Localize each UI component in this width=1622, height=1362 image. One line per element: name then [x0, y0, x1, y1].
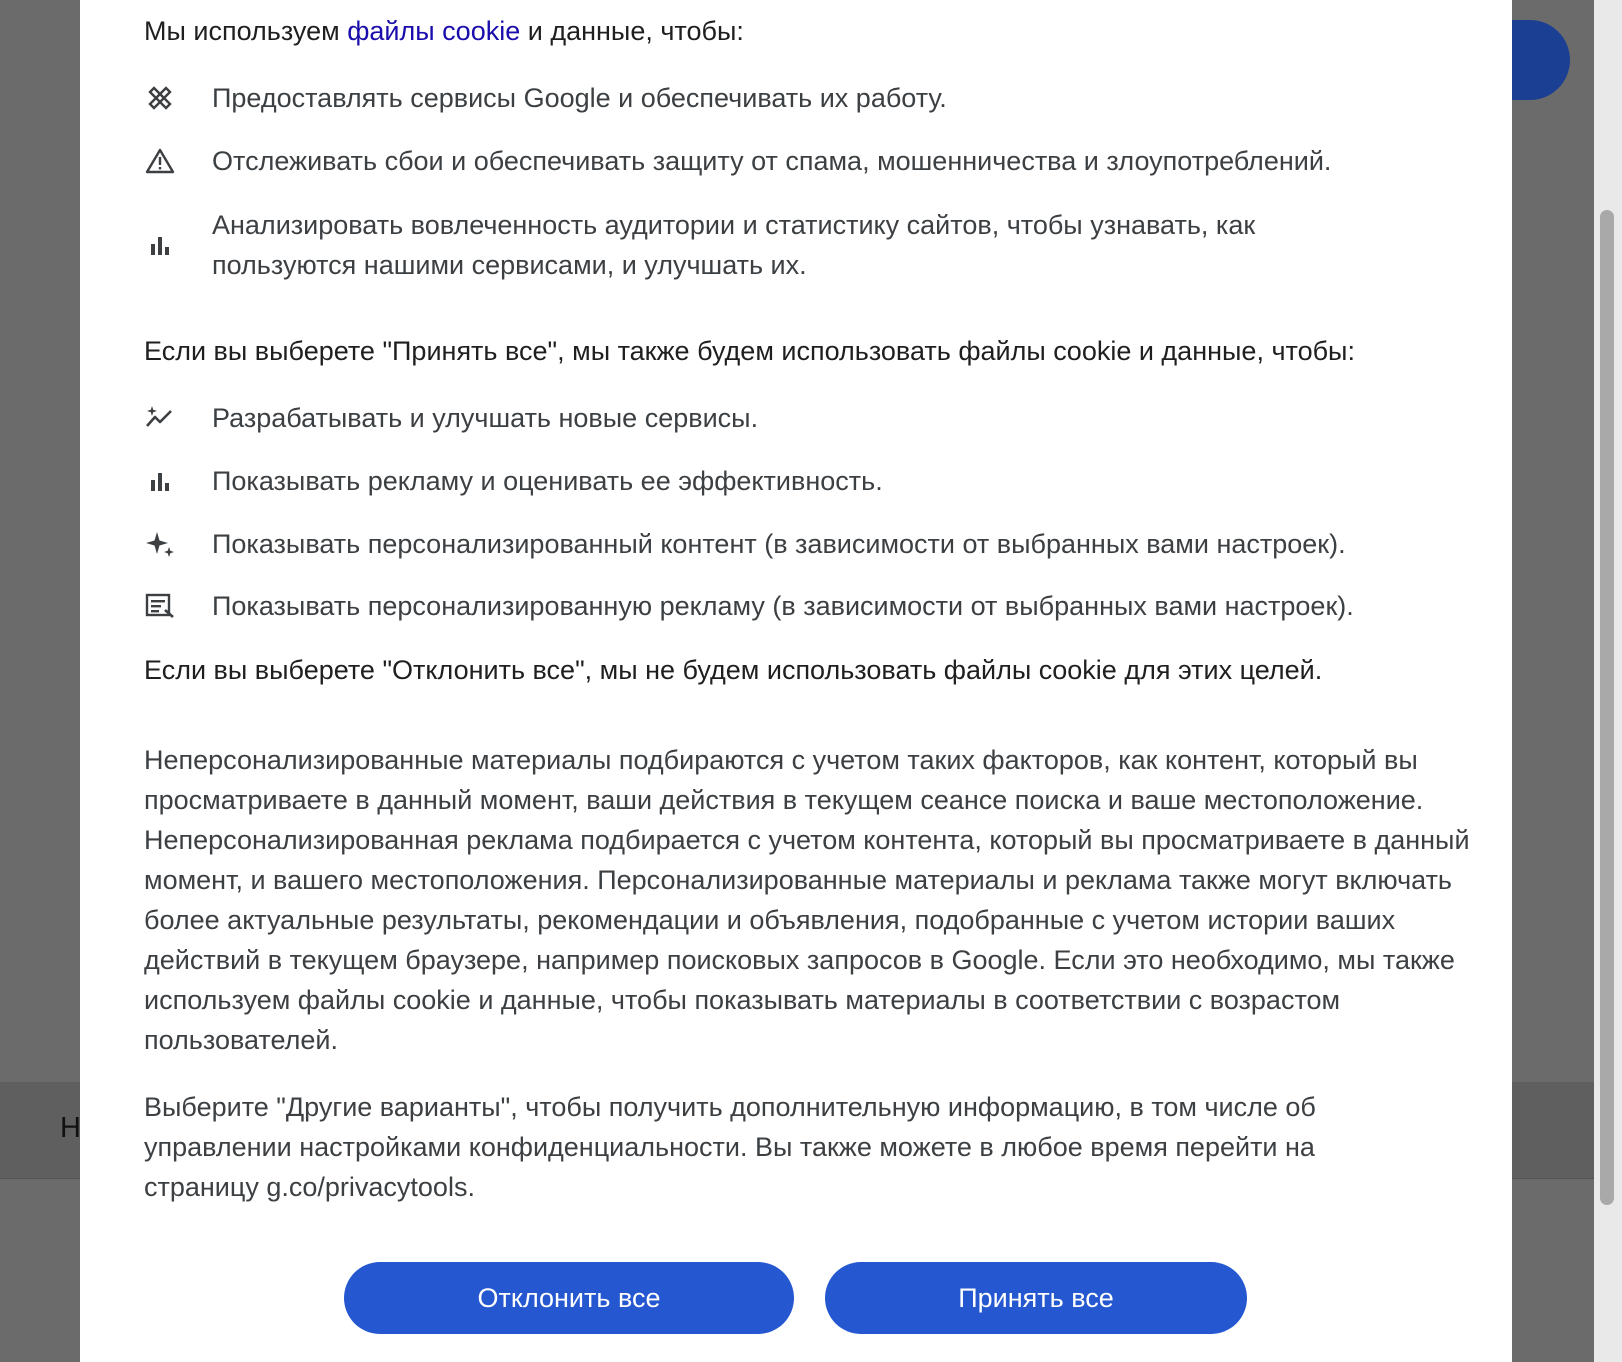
cookie-files-link[interactable]: файлы cookie	[347, 16, 520, 46]
purpose-text: Показывать персонализированный контент (…	[212, 529, 1346, 559]
intro-after: и данные, чтобы:	[520, 16, 744, 46]
purpose-item: Показывать персонализированный контент (…	[144, 524, 1524, 564]
intro-text: Мы используем файлы cookie и данные, что…	[144, 16, 744, 47]
purpose-item: Показывать рекламу и оценивать ее эффект…	[144, 461, 1524, 501]
bar-chart-icon	[144, 229, 176, 261]
trend-sparkle-icon	[144, 402, 176, 434]
purpose-item: Разрабатывать и улучшать новые сервисы.	[144, 398, 1524, 438]
purpose-text: Предоставлять сервисы Google и обеспечив…	[212, 83, 947, 113]
purpose-item: Предоставлять сервисы Google и обеспечив…	[144, 78, 1524, 118]
ad-article-icon	[144, 590, 176, 622]
more-options-paragraph: Выберите "Другие варианты", чтобы получи…	[144, 1092, 1316, 1202]
warning-icon	[144, 145, 176, 177]
intro-before: Мы используем	[144, 16, 348, 46]
reject-all-button[interactable]: Отклонить все	[344, 1262, 794, 1334]
purpose-item: Анализировать вовлеченность аудитории и …	[144, 205, 1524, 285]
scrollbar-thumb[interactable]	[1600, 210, 1614, 1205]
purpose-text: Показывать рекламу и оценивать ее эффект…	[212, 466, 883, 496]
purpose-item: Показывать персонализированную рекламу (…	[144, 586, 1524, 626]
accept-all-button[interactable]: Принять все	[825, 1262, 1247, 1334]
cookie-consent-dialog: Мы используем файлы cookie и данные, что…	[80, 0, 1512, 1362]
reject-all-note: Если вы выберете "Отклонить все", мы не …	[144, 655, 1323, 685]
purpose-text: Показывать персонализированную рекламу (…	[212, 591, 1354, 621]
bar-chart-icon	[144, 465, 176, 497]
background-band-label: Н	[60, 1112, 81, 1144]
non-personalized-paragraph: Неперсонализированные материалы подбираю…	[144, 745, 1470, 1055]
purpose-text: Отслеживать сбои и обеспечивать защиту о…	[212, 146, 1332, 176]
accept-all-heading: Если вы выберете "Принять все", мы также…	[144, 336, 1355, 366]
tools-icon	[144, 82, 176, 114]
purpose-item: Отслеживать сбои и обеспечивать защиту о…	[144, 141, 1524, 181]
sparkle-icon	[144, 528, 176, 560]
purpose-text: Анализировать вовлеченность аудитории и …	[212, 210, 1256, 280]
purpose-text: Разрабатывать и улучшать новые сервисы.	[212, 403, 759, 433]
